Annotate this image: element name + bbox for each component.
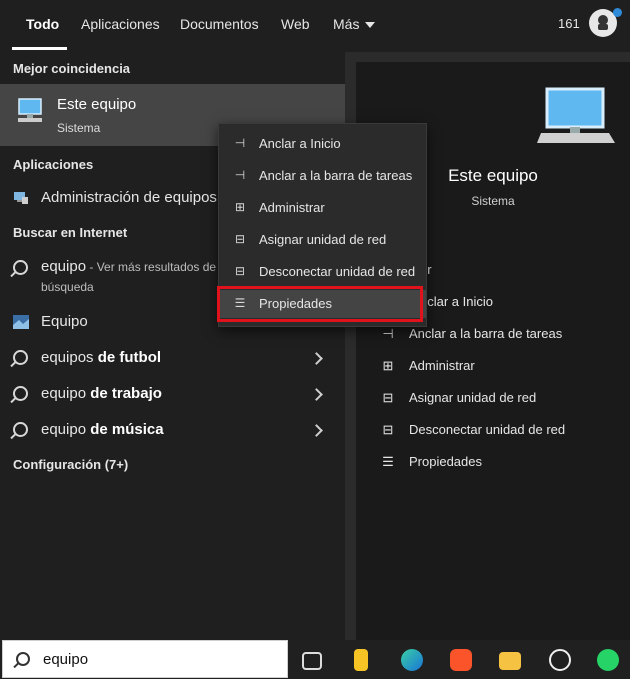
action-administrar[interactable]: ⊞ Administrar — [381, 358, 475, 374]
taskbar-search-box[interactable]: equipo — [2, 640, 288, 678]
highlight-box — [217, 286, 423, 322]
tab-aplicaciones[interactable]: Aplicaciones — [81, 16, 160, 32]
chatgpt-icon[interactable] — [549, 649, 571, 671]
map-drive-icon: ⊟ — [234, 232, 246, 246]
tab-mas-label: Más — [333, 16, 360, 32]
rewards-points: 161 — [558, 16, 580, 31]
action-label: Anclar a la barra de tareas — [409, 326, 563, 341]
action-asignar-unidad[interactable]: ⊟ Asignar unidad de red — [381, 390, 537, 406]
disconnect-drive-icon: ⊟ — [234, 264, 246, 278]
action-anclar-barra[interactable]: ⊣ Anclar a la barra de tareas — [381, 326, 562, 342]
pin-icon: ⊣ — [234, 136, 246, 150]
web-result-term: equipo — [41, 421, 87, 438]
pc-icon — [537, 87, 615, 143]
properties-icon: ☰ — [382, 454, 394, 469]
web-result-label: equipos de futbol — [41, 349, 161, 366]
web-result-term: equipo — [41, 258, 87, 275]
apps-heading: Aplicaciones — [13, 157, 94, 172]
disconnect-drive-icon: ⊟ — [382, 422, 394, 437]
web-result-equipo-musica[interactable]: equipo de música — [0, 413, 345, 447]
chevron-right-icon — [310, 424, 323, 437]
settings-heading[interactable]: Configuración (7+) — [13, 457, 128, 472]
task-view-icon[interactable] — [302, 652, 322, 670]
search-tabs-bar: Todo Aplicaciones Documentos Web Más 161 — [0, 0, 630, 52]
keep-icon[interactable] — [354, 649, 368, 671]
app-result-label: Administración de equipos — [41, 189, 217, 206]
action-label: nclar a Inicio — [420, 294, 493, 309]
brave-icon[interactable] — [450, 649, 472, 671]
whatsapp-icon[interactable] — [597, 649, 619, 671]
search-icon — [13, 260, 28, 275]
menu-item-label: Anclar a Inicio — [259, 136, 341, 151]
manage-icon: ⊞ — [382, 358, 394, 373]
best-match-heading: Mejor coincidencia — [13, 61, 131, 76]
tab-documentos[interactable]: Documentos — [180, 16, 259, 32]
menu-item-asignar-unidad[interactable]: ⊟ Asignar unidad de red — [219, 226, 426, 254]
image-result-icon — [13, 315, 29, 329]
web-result-term: equipo — [41, 385, 87, 402]
menu-item-label: Administrar — [259, 200, 325, 215]
action-label: Administrar — [409, 358, 475, 373]
web-result-label: Equipo — [41, 313, 88, 330]
web-heading: Buscar en Internet — [13, 225, 128, 240]
web-result-equipo-trabajo[interactable]: equipo de trabajo — [0, 377, 345, 411]
map-drive-icon: ⊟ — [382, 390, 394, 405]
notification-dot — [613, 8, 622, 17]
action-label: Propiedades — [409, 454, 482, 469]
best-match-title: Este equipo — [57, 96, 137, 113]
pc-icon — [18, 98, 42, 122]
pin-taskbar-icon: ⊣ — [382, 326, 394, 341]
tab-mas[interactable]: Más — [333, 16, 376, 32]
chevron-right-icon — [310, 352, 323, 365]
search-icon — [13, 386, 28, 401]
web-result-equipos-futbol[interactable]: equipos de futbol — [0, 341, 345, 375]
pin-taskbar-icon: ⊣ — [234, 168, 246, 182]
computer-management-icon — [14, 192, 28, 204]
web-result-line2: búsqueda — [41, 280, 94, 294]
menu-item-anclar-barra[interactable]: ⊣ Anclar a la barra de tareas — [219, 162, 426, 190]
action-label: Asignar unidad de red — [409, 390, 537, 405]
search-icon — [16, 652, 30, 666]
web-result-text: equipo - Ver más resultados de — [41, 258, 216, 275]
best-match-subtitle: Sistema — [57, 121, 101, 135]
search-input[interactable]: equipo — [43, 651, 88, 668]
web-result-bold: de trabajo — [86, 385, 162, 402]
web-result-term: equipos — [41, 349, 94, 366]
chevron-right-icon — [310, 388, 323, 401]
search-icon — [13, 350, 28, 365]
manage-icon: ⊞ — [234, 200, 246, 214]
action-propiedades[interactable]: ☰ Propiedades — [381, 454, 482, 470]
menu-item-label: Anclar a la barra de tareas — [259, 168, 413, 183]
menu-item-anclar-inicio[interactable]: ⊣ Anclar a Inicio — [219, 130, 426, 158]
active-tab-indicator — [12, 47, 67, 50]
web-result-label: equipo de trabajo — [41, 385, 162, 402]
action-desconectar-unidad[interactable]: ⊟ Desconectar unidad de red — [381, 422, 566, 438]
web-result-bold: de música — [86, 421, 164, 438]
menu-item-desconectar-unidad[interactable]: ⊟ Desconectar unidad de red — [219, 258, 426, 286]
menu-item-label: Desconectar unidad de red — [259, 264, 416, 279]
web-result-suffix: - Ver más resultados de — [86, 260, 217, 274]
menu-item-label: Asignar unidad de red — [259, 232, 387, 247]
web-result-bold: de futbol — [93, 349, 162, 366]
tab-web[interactable]: Web — [281, 16, 310, 32]
file-explorer-icon[interactable] — [499, 652, 521, 670]
action-anclar-inicio[interactable]: nclar a Inicio — [420, 294, 493, 309]
action-label: Desconectar unidad de red — [409, 422, 566, 437]
menu-item-administrar[interactable]: ⊞ Administrar — [219, 194, 426, 222]
chevron-down-icon — [365, 22, 376, 29]
tab-todo[interactable]: Todo — [26, 16, 59, 32]
web-result-label: equipo de música — [41, 421, 164, 438]
search-icon — [13, 422, 28, 437]
edge-icon[interactable] — [401, 649, 423, 671]
